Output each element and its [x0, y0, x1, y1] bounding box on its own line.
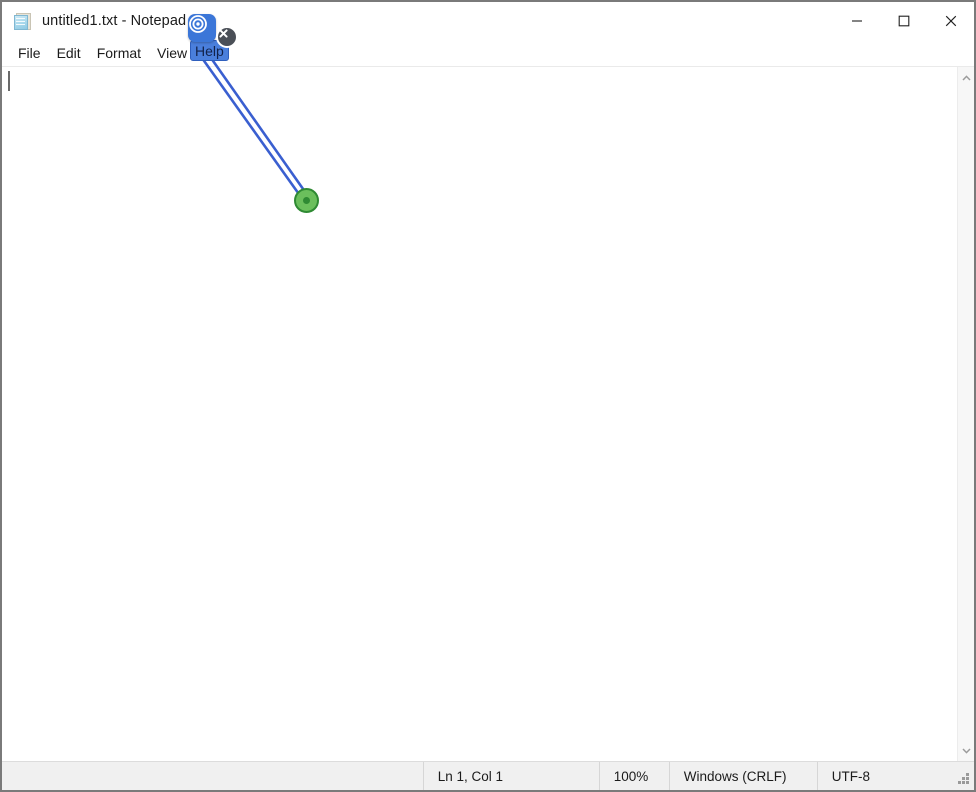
- status-spacer: [2, 762, 423, 790]
- minimize-button[interactable]: [833, 2, 880, 40]
- minimize-icon: [851, 20, 862, 22]
- resize-grip-icon[interactable]: [957, 773, 970, 786]
- status-zoom[interactable]: 100%: [598, 762, 669, 790]
- notepad-icon: [14, 12, 32, 31]
- window-controls: [833, 2, 974, 40]
- close-icon: [945, 15, 956, 27]
- status-cursor-position: Ln 1, Col 1: [422, 762, 599, 790]
- menu-item-edit[interactable]: Edit: [49, 43, 89, 63]
- screen: untitled1.txt - Notepad File Edit Format…: [0, 0, 976, 792]
- text-caret: [8, 71, 10, 91]
- status-encoding[interactable]: UTF-8: [816, 762, 884, 790]
- scroll-down-button[interactable]: [958, 742, 974, 760]
- chevron-down-icon: [962, 748, 971, 754]
- chevron-up-icon: [962, 75, 971, 81]
- menu-item-view[interactable]: View: [149, 43, 195, 63]
- status-bar: Ln 1, Col 1 100% Windows (CRLF) UTF-8: [2, 761, 974, 790]
- text-editor[interactable]: [2, 67, 957, 762]
- menu-item-format[interactable]: Format: [89, 43, 149, 63]
- editor-region: [2, 66, 974, 762]
- close-button[interactable]: [927, 2, 974, 40]
- maximize-button[interactable]: [880, 2, 927, 40]
- window-title: untitled1.txt - Notepad: [42, 13, 187, 29]
- status-line-ending[interactable]: Windows (CRLF): [668, 762, 817, 790]
- notepad-window: untitled1.txt - Notepad File Edit Format…: [0, 0, 976, 792]
- menu-item-file[interactable]: File: [10, 43, 49, 63]
- menu-bar: File Edit Format View Help: [2, 40, 974, 66]
- title-bar[interactable]: untitled1.txt - Notepad: [2, 2, 974, 40]
- maximize-icon: [898, 15, 909, 27]
- vertical-scrollbar[interactable]: [957, 67, 974, 762]
- scroll-up-button[interactable]: [958, 69, 974, 87]
